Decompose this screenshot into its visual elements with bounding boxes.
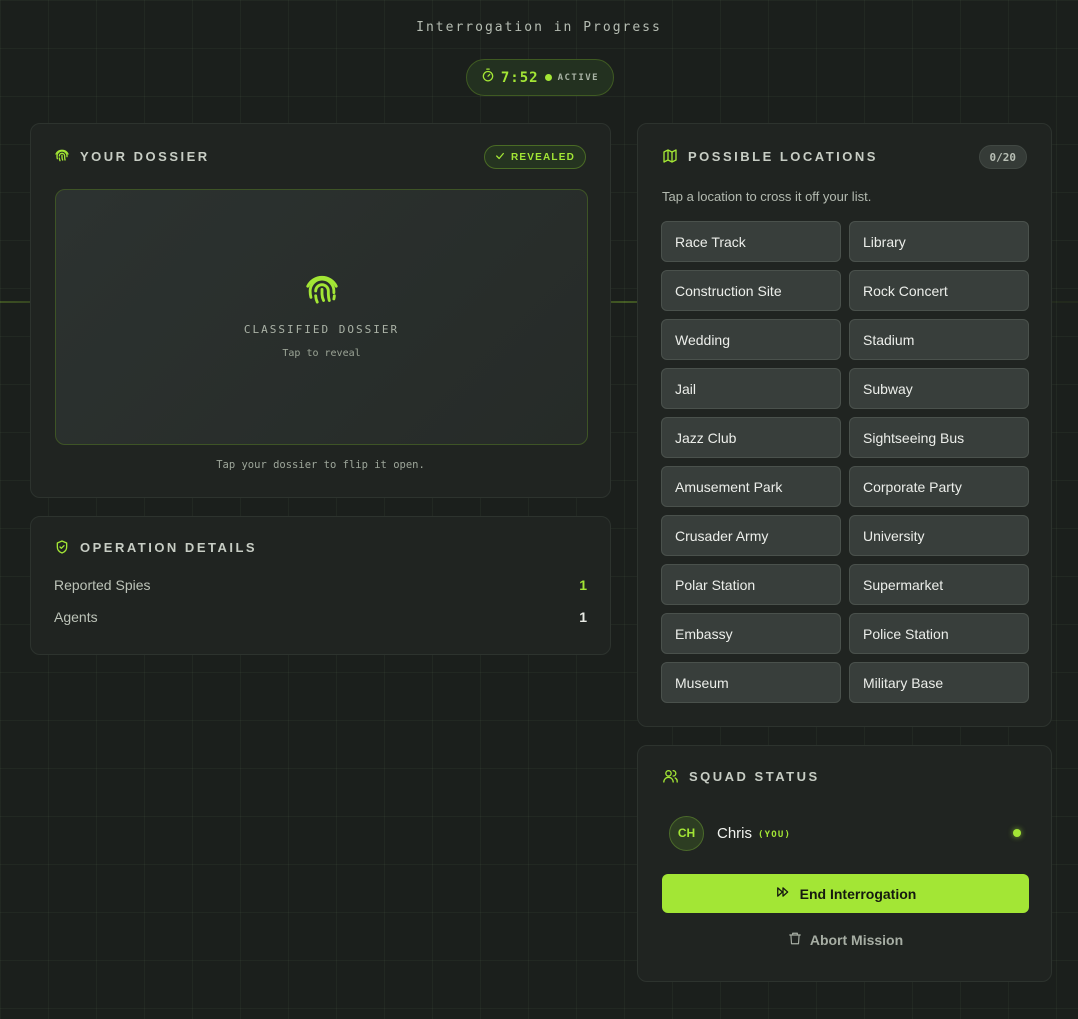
reported-spies-value: 1 (579, 577, 587, 593)
operation-details-card: OPERATION DETAILS Reported Spies 1 Agent… (30, 516, 611, 655)
dossier-hint: Tap your dossier to flip it open. (216, 459, 425, 471)
locations-grid: Race Track Library Construction Site Roc… (661, 221, 1029, 703)
location-button[interactable]: Police Station (849, 613, 1029, 654)
location-button[interactable]: University (849, 515, 1029, 556)
shield-icon (54, 539, 70, 555)
dossier-flip-card[interactable]: CLASSIFIED DOSSIER Tap to reveal (55, 189, 588, 445)
member-you-tag: (YOU) (758, 829, 792, 840)
end-interrogation-button[interactable]: End Interrogation (662, 874, 1029, 913)
agents-row: Agents 1 (54, 609, 587, 625)
squad-member-row: CH Chris (YOU) (669, 814, 1021, 852)
reported-spies-row: Reported Spies 1 (54, 577, 587, 593)
squad-title: SQUAD STATUS (689, 768, 820, 784)
squad-header: SQUAD STATUS (662, 768, 820, 784)
operation-header: OPERATION DETAILS (54, 539, 257, 555)
timer-pill: 7:52 ACTIVE (466, 59, 614, 96)
trash-icon (788, 931, 802, 949)
location-button[interactable]: Amusement Park (661, 466, 841, 507)
fingerprint-icon (54, 148, 70, 164)
dossier-card: YOUR DOSSIER REVEALED CLASSIFIED DOSSIER… (30, 123, 611, 498)
timer-value: 7:52 (500, 69, 539, 86)
end-interrogation-label: End Interrogation (799, 885, 917, 902)
stopwatch-icon (481, 68, 495, 87)
status-label: ACTIVE (557, 72, 600, 83)
dossier-title: YOUR DOSSIER (80, 148, 210, 164)
locations-title: POSSIBLE LOCATIONS (688, 148, 878, 164)
classified-label: CLASSIFIED DOSSIER (243, 323, 400, 336)
location-button[interactable]: Wedding (661, 319, 841, 360)
revealed-badge-label: REVEALED (510, 151, 575, 163)
map-icon (662, 148, 678, 164)
location-button[interactable]: Jazz Club (661, 417, 841, 458)
locations-count-badge: 0/20 (978, 145, 1027, 169)
online-status-dot (1013, 829, 1021, 837)
fingerprint-icon (303, 272, 341, 315)
location-button[interactable]: Polar Station (661, 564, 841, 605)
location-button[interactable]: Subway (849, 368, 1029, 409)
page-title: Interrogation in Progress (416, 20, 662, 35)
locations-header: POSSIBLE LOCATIONS (662, 148, 878, 164)
reported-spies-label: Reported Spies (54, 577, 151, 593)
abort-mission-label: Abort Mission (809, 932, 904, 948)
squad-status-card: SQUAD STATUS CH Chris (YOU) End Interrog… (637, 745, 1052, 982)
check-icon (495, 151, 505, 164)
dossier-header: YOUR DOSSIER (54, 148, 210, 164)
revealed-badge: REVEALED (483, 145, 586, 169)
location-button[interactable]: Corporate Party (849, 466, 1029, 507)
possible-locations-card: POSSIBLE LOCATIONS 0/20 Tap a location t… (637, 123, 1052, 727)
operation-title: OPERATION DETAILS (80, 539, 258, 555)
agents-label: Agents (54, 609, 98, 625)
location-button[interactable]: Library (849, 221, 1029, 262)
fast-forward-icon (775, 885, 791, 902)
users-icon (662, 768, 679, 784)
location-button[interactable]: Crusader Army (661, 515, 841, 556)
agents-value: 1 (579, 609, 587, 625)
avatar: CH (669, 815, 704, 851)
location-button[interactable]: Stadium (849, 319, 1029, 360)
status-dot (544, 74, 552, 81)
location-button[interactable]: Supermarket (849, 564, 1029, 605)
locations-hint: Tap a location to cross it off your list… (662, 189, 872, 204)
location-button[interactable]: Embassy (661, 613, 841, 654)
location-button[interactable]: Sightseeing Bus (849, 417, 1029, 458)
location-button[interactable]: Construction Site (661, 270, 841, 311)
abort-mission-button[interactable]: Abort Mission (662, 927, 1029, 953)
location-button[interactable]: Rock Concert (849, 270, 1029, 311)
member-name: Chris (717, 824, 753, 842)
location-button[interactable]: Museum (661, 662, 841, 703)
location-button[interactable]: Race Track (661, 221, 841, 262)
location-button[interactable]: Jail (661, 368, 841, 409)
tap-reveal-text: Tap to reveal (282, 348, 361, 359)
location-button[interactable]: Military Base (849, 662, 1029, 703)
